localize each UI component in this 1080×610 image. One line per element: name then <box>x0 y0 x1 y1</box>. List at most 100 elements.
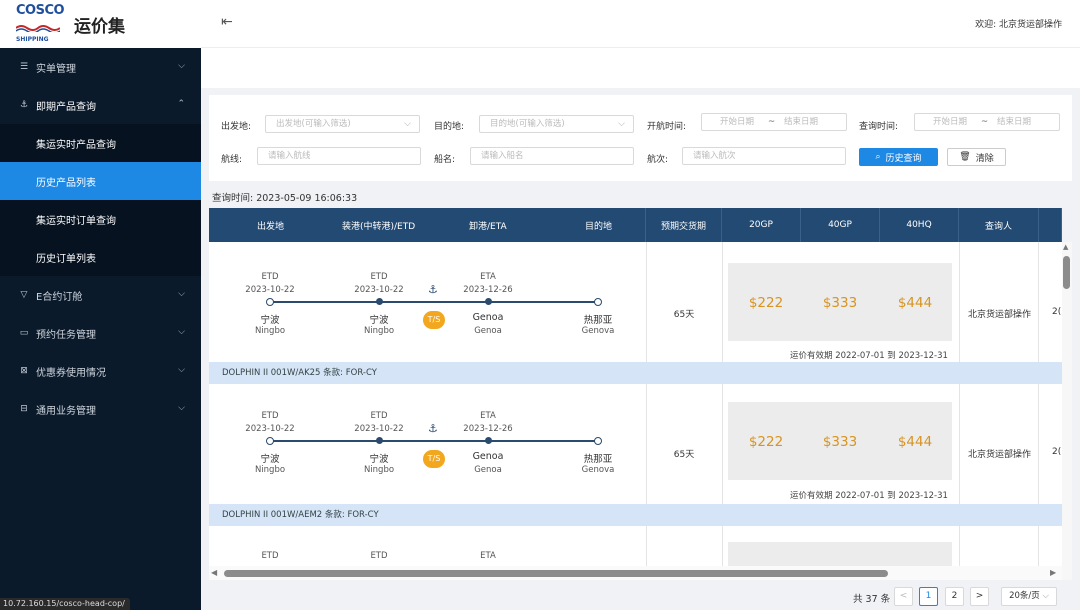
sidebar-subitem-history-orders[interactable]: 历史订单列表 <box>0 238 201 276</box>
sidebar-item-spot-products[interactable]: ⚓ 即期产品查询 ⌃ <box>0 86 201 124</box>
page-2-button[interactable]: 2 <box>945 587 964 606</box>
voyage-placeholder: 请输入航次 <box>693 151 736 161</box>
column-divider <box>722 242 723 362</box>
extra-cell: 2( <box>1052 447 1062 457</box>
header-route-group: 出发地 装港(中转港)/ETD 卸港/ETA 目的地 <box>209 208 646 242</box>
dest-select[interactable]: 目的地(可输入筛选) ⌵ <box>479 115 634 133</box>
query-date-range[interactable]: 开始日期 ~ 结束日期 <box>914 113 1060 131</box>
eta-label: ETA <box>480 272 496 282</box>
etd-date: 2023-10-22 <box>354 424 404 434</box>
column-divider <box>646 384 647 504</box>
prev-page-button[interactable]: < <box>894 587 913 606</box>
voyage-band: DOLPHIN II 001W/AK25 条款: FOR-CY <box>209 362 1062 384</box>
ship-input[interactable]: 请输入船名 <box>470 147 634 165</box>
query-time-label: 查询时间: <box>859 122 899 132</box>
header-pod-eta: 卸港/ETA <box>469 221 507 232</box>
chevron-down-icon: ⌵ <box>178 327 185 337</box>
menu-fold-icon[interactable]: ⇤ <box>221 14 233 30</box>
etd-date: 2023-10-22 <box>354 285 404 295</box>
ship-icon: ⚓ <box>19 100 29 110</box>
sidebar-item-orders[interactable]: ☰ 实单管理 ⌵ <box>0 48 201 86</box>
coupon-icon: ⊠ <box>20 366 28 376</box>
sidebar-subitem-realtime-products[interactable]: 集运实时产品查询 <box>0 124 201 162</box>
trash-icon: 🗑 <box>959 152 971 162</box>
horizontal-scroll-thumb[interactable] <box>224 570 888 577</box>
pol-city: 宁波 <box>369 454 389 465</box>
etd-label: ETD <box>370 272 388 282</box>
transshipment-badge: T/S <box>423 311 445 329</box>
clear-button[interactable]: 🗑 清除 <box>947 148 1006 166</box>
sidebar-subitem-realtime-orders[interactable]: 集运实时订单查询 <box>0 200 201 238</box>
column-divider <box>646 526 647 570</box>
calendar-icon: ▭ <box>19 328 29 338</box>
settings-icon: ⊟ <box>20 404 28 414</box>
price-validity: 运价有效期 2022-07-01 到 2023-12-31 <box>790 491 948 501</box>
delivery-time: 65天 <box>673 310 695 320</box>
sidebar-subitem-history-products[interactable]: 历史产品列表 <box>0 162 201 200</box>
sidebar-item-label: E合约订舱 <box>36 291 83 303</box>
sail-date-range[interactable]: 开始日期 ~ 结束日期 <box>701 113 847 131</box>
header-origin: 出发地 <box>257 221 285 232</box>
chevron-up-icon: ⌃ <box>177 99 185 109</box>
page-1-button[interactable]: 1 <box>919 587 938 606</box>
pod-city-en: Genoa <box>474 326 502 336</box>
route-node-origin <box>266 298 274 306</box>
history-search-button[interactable]: ⌕ 历史查询 <box>859 148 938 166</box>
voyage-band: DOLPHIN II 001W/AEM2 条款: FOR-CY <box>209 504 1062 526</box>
column-divider <box>959 384 960 504</box>
brand-header: COSCO SHIPPING 运价集 <box>0 0 201 48</box>
results-table: 出发地 装港(中转港)/ETD 卸港/ETA 目的地 预期交货期 20GP 40… <box>209 208 1062 570</box>
sidebar-item-coupons[interactable]: ⊠ 优惠券使用情况 ⌵ <box>0 352 201 390</box>
etd-date: 2023-10-22 <box>245 285 295 295</box>
filter-panel: 出发地: 出发地(可输入筛选) ⌵ 目的地: 目的地(可输入筛选) ⌵ 开航时间: … <box>209 95 1072 181</box>
sidebar: COSCO SHIPPING 运价集 ☰ 实单管理 ⌵ ⚓ 即期产品查询 ⌃ 集… <box>0 0 201 610</box>
sidebar-item-general-business[interactable]: ⊟ 通用业务管理 ⌵ <box>0 390 201 428</box>
next-page-button[interactable]: > <box>970 587 989 606</box>
anchor-icon: ⚓ <box>428 422 438 435</box>
pol-city-en: Ningbo <box>363 465 395 475</box>
origin-city: 宁波 <box>260 315 280 326</box>
vertical-scroll-thumb[interactable] <box>1063 256 1070 289</box>
sidebar-item-label: 即期产品查询 <box>36 101 96 113</box>
search-icon: ⌕ <box>875 152 881 162</box>
page-size-select[interactable]: 20条/页 ⌵ <box>1001 587 1057 606</box>
end-date-placeholder: 结束日期 <box>997 117 1032 127</box>
route-placeholder: 请输入航线 <box>268 151 311 161</box>
origin-placeholder: 出发地(可输入筛选) <box>276 119 351 129</box>
top-bar: ⇤ 欢迎: 北京货运部操作 <box>201 0 1080 48</box>
column-divider <box>959 242 960 362</box>
cosco-logo: COSCO SHIPPING <box>15 4 65 44</box>
price-40hq: $444 <box>897 295 933 311</box>
scroll-up-arrow-icon[interactable]: ▲ <box>1063 243 1068 251</box>
ship-placeholder: 请输入船名 <box>481 151 524 161</box>
query-time-text: 查询时间: 2023-05-09 16:06:33 <box>212 193 358 204</box>
origin-select[interactable]: 出发地(可输入筛选) ⌵ <box>265 115 420 133</box>
status-url: 10.72.160.15/cosco-head-cop/ <box>0 598 130 610</box>
header-user: 查询人 <box>959 208 1039 242</box>
dest-label: 目的地: <box>434 122 465 132</box>
route-node-pod <box>485 437 492 444</box>
end-date-placeholder: 结束日期 <box>784 117 819 127</box>
chevron-down-icon: ⌵ <box>178 365 185 375</box>
chevron-down-icon: ⌵ <box>618 119 625 129</box>
scroll-right-arrow-icon[interactable]: ▶ <box>1050 568 1056 577</box>
transshipment-badge: T/S <box>423 450 445 468</box>
sidebar-item-appointments[interactable]: ▭ 预约任务管理 ⌵ <box>0 314 201 352</box>
eta-date: 2023-12-26 <box>463 285 513 295</box>
sidebar-subitem-label: 集运实时产品查询 <box>36 139 116 151</box>
scroll-left-arrow-icon[interactable]: ◀ <box>211 568 217 577</box>
route-label: 航线: <box>221 155 243 165</box>
route-node-pod <box>485 298 492 305</box>
header-pol-etd: 装港(中转港)/ETD <box>342 221 416 232</box>
header-40gp: 40GP <box>801 208 880 242</box>
sidebar-item-e-contract[interactable]: ▽ E合约订舱 ⌵ <box>0 276 201 314</box>
pod-city: Genoa <box>472 451 504 462</box>
route-line <box>271 301 597 303</box>
origin-city-en: Ningbo <box>254 326 286 336</box>
chevron-down-icon: ⌵ <box>178 289 185 299</box>
vertical-scrollbar[interactable] <box>1062 242 1072 580</box>
voyage-input[interactable]: 请输入航次 <box>682 147 846 165</box>
route-input[interactable]: 请输入航线 <box>257 147 421 165</box>
etd-label: ETD <box>370 411 388 421</box>
eta-date: 2023-12-26 <box>463 424 513 434</box>
